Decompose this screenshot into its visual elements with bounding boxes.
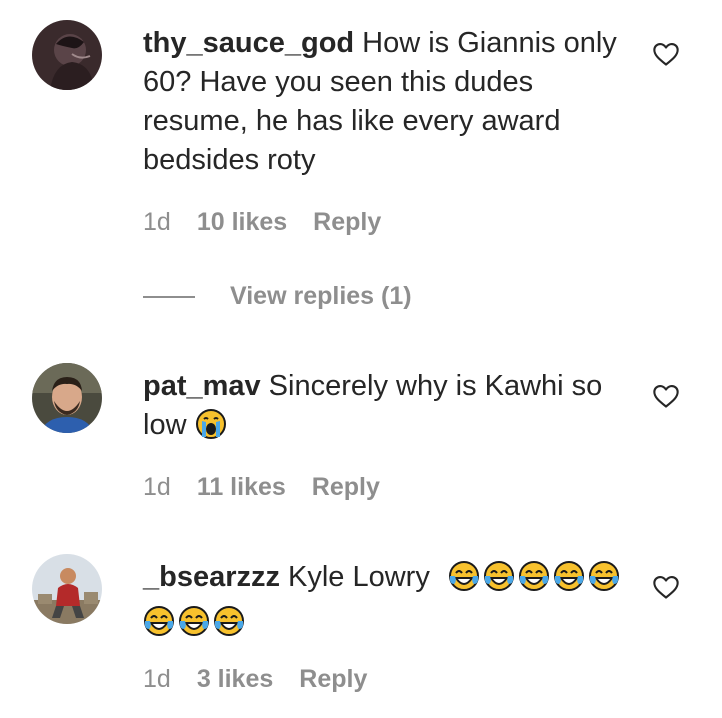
reply-button[interactable]: Reply <box>299 665 367 694</box>
comment-text-block: _bsearzzz Kyle Lowry <box>143 558 623 648</box>
comment-username[interactable]: pat_mav <box>143 370 261 402</box>
user-avatar-dark-icon <box>32 20 102 90</box>
tears-of-joy-icon <box>448 560 480 603</box>
view-replies[interactable]: View replies (1) <box>143 282 412 311</box>
like-heart-icon[interactable] <box>652 40 680 68</box>
comment-meta: 1d 3 likes Reply <box>143 665 367 694</box>
comment-text-block: pat_mav Sincerely why is Kawhi so low <box>143 367 623 451</box>
tears-of-joy-icon <box>483 560 515 603</box>
comment-username[interactable]: _bsearzzz <box>143 561 280 593</box>
comment-text-block: thy_sauce_god How is Giannis only 60? Hav… <box>143 24 623 180</box>
comment-age: 1d <box>143 473 171 501</box>
tears-of-joy-icon <box>588 560 620 603</box>
likes-count-button[interactable]: 11 likes <box>197 473 286 502</box>
comment-age: 1d <box>143 665 171 693</box>
avatar[interactable] <box>32 363 102 433</box>
reply-button[interactable]: Reply <box>313 208 381 237</box>
likes-count-button[interactable]: 3 likes <box>197 665 273 694</box>
comment-meta: 1d 11 likes Reply <box>143 473 380 502</box>
tears-of-joy-icon <box>553 560 585 603</box>
avatar[interactable] <box>32 20 102 90</box>
like-heart-icon[interactable] <box>652 573 680 601</box>
comment-age: 1d <box>143 208 171 236</box>
user-avatar-outdoor-icon <box>32 554 102 624</box>
replies-divider-line <box>143 295 195 298</box>
avatar[interactable] <box>32 554 102 624</box>
likes-count-button[interactable]: 10 likes <box>197 208 287 237</box>
comment-text: Kyle Lowry <box>288 561 430 593</box>
reply-button[interactable]: Reply <box>312 473 380 502</box>
comment-username[interactable]: thy_sauce_god <box>143 27 354 59</box>
tears-of-joy-icon <box>213 605 245 648</box>
tears-of-joy-icon <box>178 605 210 648</box>
view-replies-button[interactable]: View replies (1) <box>230 282 412 311</box>
loudly-crying-face-icon <box>195 408 227 451</box>
comment-meta: 1d 10 likes Reply <box>143 208 381 237</box>
tears-of-joy-icon <box>518 560 550 603</box>
user-avatar-photo-icon <box>32 363 102 433</box>
like-heart-icon[interactable] <box>652 382 680 410</box>
tears-of-joy-icon <box>143 605 175 648</box>
